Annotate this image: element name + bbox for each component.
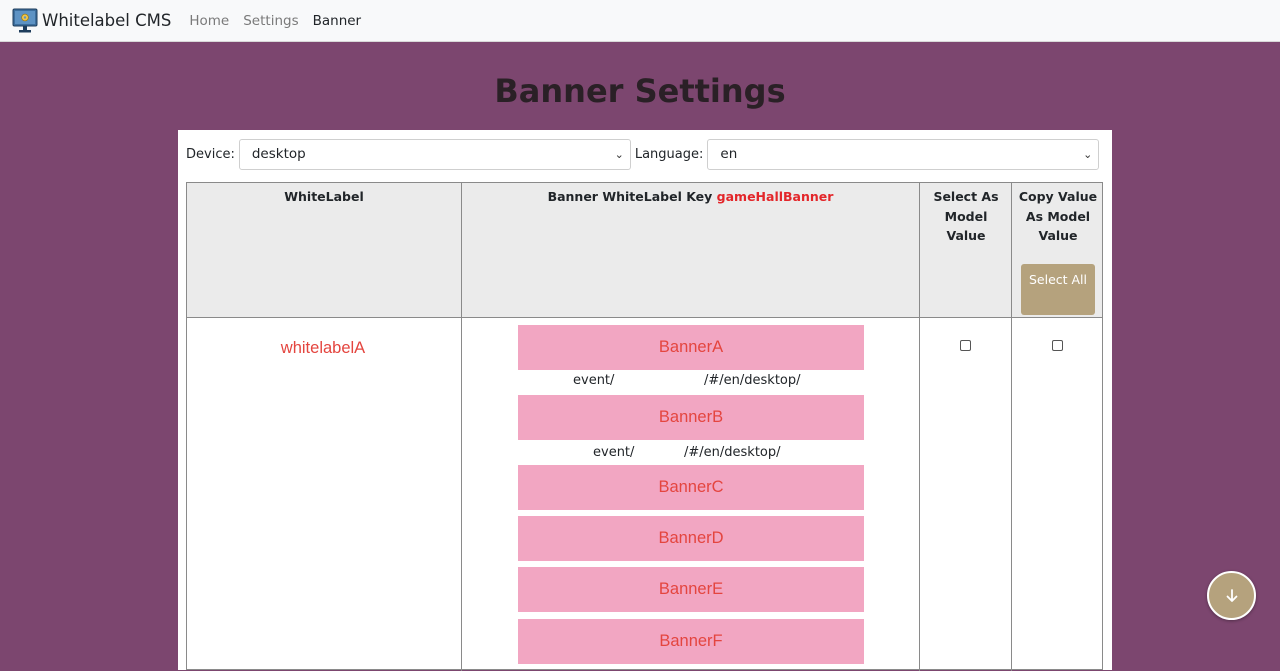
- device-select-value: desktop: [251, 146, 306, 162]
- chevron-down-icon: ⌄: [1083, 147, 1093, 161]
- header-copy-model: Copy Value As Model Value: [1018, 189, 1098, 243]
- banner-url-left: event/: [573, 373, 615, 388]
- nav-link-settings[interactable]: Settings: [243, 13, 298, 29]
- column-divider: [919, 183, 920, 671]
- brand[interactable]: Whitelabel CMS: [12, 8, 189, 34]
- header-select-model: Select As Model Value: [933, 189, 999, 243]
- select-all-button[interactable]: Select All: [1021, 264, 1095, 315]
- scroll-down-button[interactable]: [1207, 571, 1256, 620]
- banner-a[interactable]: BannerA: [518, 325, 864, 370]
- monitor-gear-icon: [12, 8, 38, 32]
- header-banner-key-value: gameHallBanner: [716, 189, 834, 204]
- settings-panel: Device: desktop ⌄ Language: en ⌄ WhiteLa…: [178, 130, 1112, 671]
- nav-link-banner[interactable]: Banner: [313, 13, 362, 29]
- banner-url-right: /#/en/desktop/: [704, 373, 801, 388]
- filter-bar: Device: desktop ⌄ Language: en ⌄: [186, 138, 1100, 170]
- banner-d[interactable]: BannerD: [518, 516, 864, 561]
- banner-e[interactable]: BannerE: [518, 567, 864, 612]
- language-label: Language:: [634, 146, 704, 162]
- chevron-down-icon: ⌄: [614, 147, 624, 161]
- column-divider: [1011, 183, 1012, 671]
- banner-b[interactable]: BannerB: [518, 395, 864, 440]
- language-select[interactable]: en ⌄: [707, 138, 1100, 170]
- brand-name: Whitelabel CMS: [42, 11, 172, 30]
- language-select-value: en: [720, 146, 738, 162]
- banner-url: event/ /#/en/desktop/: [518, 371, 864, 391]
- banner-url-right: /#/en/desktop/: [684, 445, 781, 460]
- banner-f[interactable]: BannerF: [518, 619, 864, 664]
- banner-url-left: event/: [593, 445, 635, 460]
- device-label: Device:: [186, 146, 235, 162]
- copy-model-checkbox[interactable]: [1052, 340, 1063, 351]
- banner-table: WhiteLabel Banner WhiteLabel Key gameHal…: [186, 182, 1103, 671]
- whitelabel-name: whitelabelA: [280, 339, 366, 357]
- banner-url: event/ /#/en/desktop/: [518, 443, 864, 463]
- select-model-checkbox[interactable]: [960, 340, 971, 351]
- header-whitelabel: WhiteLabel: [284, 189, 364, 204]
- header-banner-key-prefix: Banner WhiteLabel Key: [547, 189, 713, 204]
- page-title: Banner Settings: [494, 72, 786, 110]
- header-banner-key: Banner WhiteLabel Key gameHallBanner: [462, 187, 919, 207]
- banner-c[interactable]: BannerC: [518, 465, 864, 510]
- arrow-down-icon: [1226, 588, 1237, 602]
- device-select[interactable]: desktop ⌄: [238, 138, 631, 170]
- column-divider: [461, 183, 462, 671]
- nav-link-home[interactable]: Home: [189, 13, 229, 29]
- navbar: Whitelabel CMS Home Settings Banner: [0, 0, 1280, 42]
